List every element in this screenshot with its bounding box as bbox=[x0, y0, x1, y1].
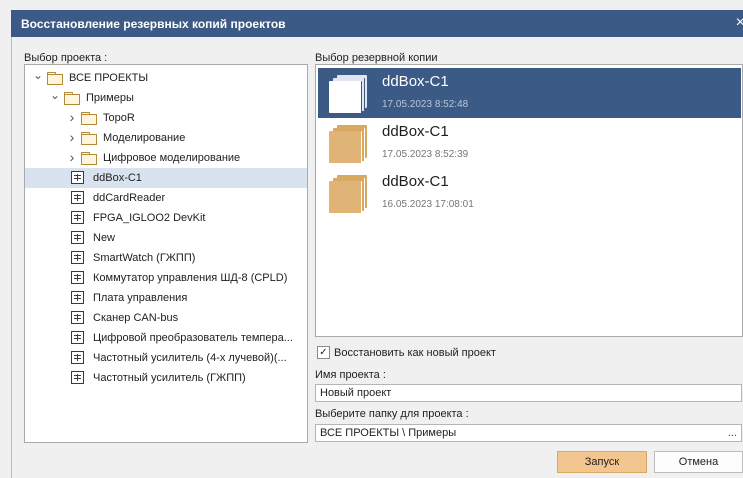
project-board-icon bbox=[71, 211, 84, 224]
run-button[interactable]: Запуск bbox=[557, 451, 647, 473]
tree-item-label: Коммутатор управления ШД-8 (CPLD) bbox=[93, 272, 288, 284]
browse-folder-button[interactable]: ... bbox=[728, 425, 737, 441]
folder-icon bbox=[47, 72, 63, 85]
project-folder-value: ВСЕ ПРОЕКТЫ \ Примеры bbox=[320, 427, 457, 439]
project-name-label: Имя проекта : bbox=[315, 369, 386, 381]
tree-item-label: ВСЕ ПРОЕКТЫ bbox=[69, 72, 149, 84]
project-board-icon bbox=[71, 291, 84, 304]
folder-icon bbox=[81, 132, 97, 145]
tree-item-label: SmartWatch (ГЖПП) bbox=[93, 252, 196, 264]
backup-date: 17.05.2023 8:52:48 bbox=[382, 99, 469, 110]
backup-name: ddBox-C1 bbox=[382, 73, 449, 90]
project-board-icon bbox=[71, 231, 84, 244]
project-board-icon bbox=[71, 251, 84, 264]
tree-item-label: TopoR bbox=[103, 112, 135, 124]
tree-project-item[interactable]: ddBox-C1 bbox=[25, 168, 307, 188]
close-icon[interactable]: × bbox=[736, 14, 743, 32]
backup-select-label: Выбор резервной копии bbox=[315, 52, 438, 64]
project-board-icon bbox=[71, 271, 84, 284]
window-title: Восстановление резервных копий проектов bbox=[21, 17, 286, 31]
project-board-icon bbox=[71, 311, 84, 324]
tree-project-item[interactable]: Цифровой преобразователь темпера... bbox=[25, 328, 307, 348]
backup-item[interactable]: ddBox-C1 17.05.2023 8:52:48 bbox=[318, 68, 741, 118]
tree-item-label: ddCardReader bbox=[93, 192, 166, 204]
project-select-label: Выбор проекта : bbox=[24, 52, 108, 64]
chevron-right-icon[interactable]: › bbox=[67, 108, 77, 127]
project-board-icon bbox=[71, 171, 84, 184]
tree-item-label: Цифровой преобразователь темпера... bbox=[93, 332, 293, 344]
tree-folder-item[interactable]: ⌄ ВСЕ ПРОЕКТЫ bbox=[25, 68, 307, 88]
backup-archive-icon bbox=[329, 175, 369, 213]
tree-project-item[interactable]: Частотный усилитель (4-х лучевой)(... bbox=[25, 348, 307, 368]
restore-as-new-checkbox[interactable]: ✓ bbox=[317, 346, 330, 359]
chevron-down-icon[interactable]: ⌄ bbox=[50, 88, 60, 102]
tree-project-item[interactable]: FPGA_IGLOO2 DevKit bbox=[25, 208, 307, 228]
backup-name: ddBox-C1 bbox=[382, 123, 449, 140]
backup-archive-icon bbox=[329, 75, 369, 113]
project-tree[interactable]: ⌄ ВСЕ ПРОЕКТЫ ⌄ Примеры › TopoR › Моделирование… bbox=[24, 64, 308, 443]
cancel-button[interactable]: Отмена bbox=[654, 451, 743, 473]
tree-folder-item[interactable]: › TopoR bbox=[25, 108, 307, 128]
tree-item-label: Сканер CAN-bus bbox=[93, 312, 179, 324]
backup-date: 17.05.2023 8:52:39 bbox=[382, 149, 469, 160]
tree-item-label: Частотный усилитель (ГЖПП) bbox=[93, 372, 246, 384]
tree-item-label: FPGA_IGLOO2 DevKit bbox=[93, 212, 206, 224]
project-folder-field[interactable]: ВСЕ ПРОЕКТЫ \ Примеры ... bbox=[315, 424, 742, 442]
tree-project-item[interactable]: Частотный усилитель (ГЖПП) bbox=[25, 368, 307, 388]
project-board-icon bbox=[71, 351, 84, 364]
project-board-icon bbox=[71, 331, 84, 344]
tree-item-label: Частотный усилитель (4-х лучевой)(... bbox=[93, 352, 287, 364]
tree-project-item[interactable]: Плата управления bbox=[25, 288, 307, 308]
backup-item[interactable]: ddBox-C1 16.05.2023 17:08:01 bbox=[318, 168, 741, 218]
tree-project-item[interactable]: Сканер CAN-bus bbox=[25, 308, 307, 328]
tree-project-item[interactable]: Коммутатор управления ШД-8 (CPLD) bbox=[25, 268, 307, 288]
tree-folder-item[interactable]: ⌄ Примеры bbox=[25, 88, 307, 108]
title-bar: Восстановление резервных копий проектов … bbox=[11, 10, 743, 37]
project-board-icon bbox=[71, 191, 84, 204]
tree-item-label: Цифровое моделирование bbox=[103, 152, 241, 164]
backup-archive-icon bbox=[329, 125, 369, 163]
tree-item-label: New bbox=[93, 232, 116, 244]
tree-item-label: Плата управления bbox=[93, 292, 188, 304]
tree-item-label: Моделирование bbox=[103, 132, 186, 144]
chevron-right-icon[interactable]: › bbox=[67, 128, 77, 147]
project-name-field[interactable]: Новый проект bbox=[315, 384, 742, 402]
project-name-value[interactable]: Новый проект bbox=[320, 387, 391, 399]
chevron-right-icon[interactable]: › bbox=[67, 148, 77, 167]
tree-project-item[interactable]: New bbox=[25, 228, 307, 248]
backup-name: ddBox-C1 bbox=[382, 173, 449, 190]
tree-item-label: ddBox-C1 bbox=[93, 172, 142, 184]
backup-date: 16.05.2023 17:08:01 bbox=[382, 199, 474, 210]
tree-project-item[interactable]: ddCardReader bbox=[25, 188, 307, 208]
restore-as-new-label[interactable]: Восстановить как новый проект bbox=[334, 347, 496, 359]
chevron-down-icon[interactable]: ⌄ bbox=[33, 68, 43, 82]
tree-folder-item[interactable]: › Моделирование bbox=[25, 128, 307, 148]
tree-item-label: Примеры bbox=[86, 92, 134, 104]
tree-project-item[interactable]: SmartWatch (ГЖПП) bbox=[25, 248, 307, 268]
project-board-icon bbox=[71, 371, 84, 384]
folder-icon bbox=[81, 152, 97, 165]
folder-icon bbox=[81, 112, 97, 125]
backup-list[interactable]: ddBox-C1 17.05.2023 8:52:48 ddBox-C1 17.05.… bbox=[315, 64, 743, 337]
tree-folder-item[interactable]: › Цифровое моделирование bbox=[25, 148, 307, 168]
backup-item[interactable]: ddBox-C1 17.05.2023 8:52:39 bbox=[318, 118, 741, 168]
project-folder-label: Выберите папку для проекта : bbox=[315, 408, 469, 420]
folder-icon bbox=[64, 92, 80, 105]
